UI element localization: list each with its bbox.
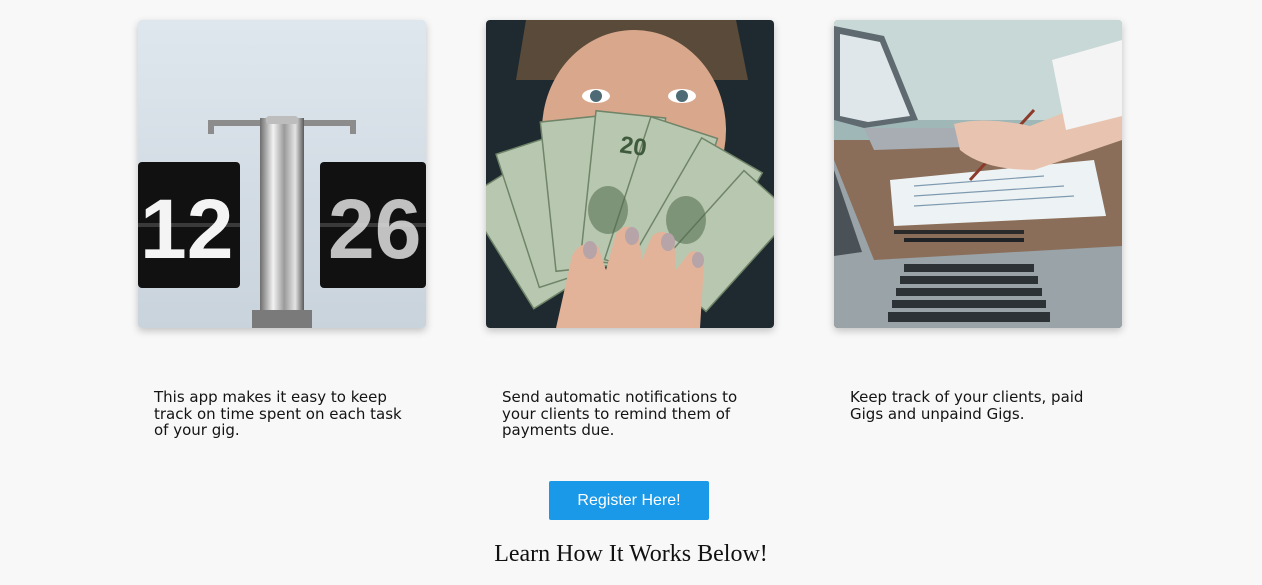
feature-description-time-tracking: This app makes it easy to keep track on … xyxy=(154,388,402,439)
flip-clock-image: 12 26 xyxy=(138,20,426,328)
laptop-desk-image xyxy=(834,20,1122,328)
feature-description-notifications: Send automatic notifications to your cli… xyxy=(502,388,738,439)
clock-minutes: 26 xyxy=(328,182,421,276)
cash-fan-image: 20 xyxy=(486,20,774,328)
flip-clock-photo-icon: 12 26 xyxy=(138,20,426,328)
register-button[interactable]: Register Here! xyxy=(549,481,709,520)
laptop-desk-photo-icon xyxy=(834,20,1122,328)
feature-description-client-tracking: Keep track of your clients, paid Gigs an… xyxy=(850,388,1084,423)
learn-how-it-works-heading: Learn How It Works Below! xyxy=(494,541,768,567)
clock-hours: 12 xyxy=(140,182,233,276)
cash-fan-photo-icon: 20 xyxy=(486,20,774,328)
bill-value: 20 xyxy=(618,131,648,161)
